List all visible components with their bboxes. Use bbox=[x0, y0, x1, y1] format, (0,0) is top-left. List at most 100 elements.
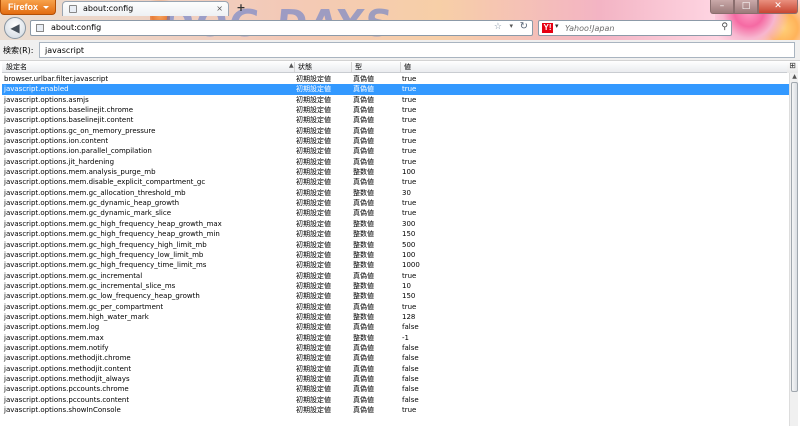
scroll-up-arrow-icon[interactable]: ▲ bbox=[790, 73, 799, 81]
table-row[interactable]: javascript.options.mem.disable_explicit_… bbox=[2, 177, 789, 187]
column-header-value[interactable]: 値 bbox=[404, 62, 411, 72]
cell-name: javascript.options.mem.gc_high_frequency… bbox=[4, 261, 207, 270]
close-window-button[interactable]: ✕ bbox=[758, 0, 798, 14]
yahoo-logo-icon[interactable]: Y! bbox=[542, 23, 553, 33]
cell-type: 整数値 bbox=[353, 240, 374, 249]
table-row[interactable]: javascript.options.pccounts.content 初期設定値… bbox=[2, 395, 789, 405]
cell-status: 初期設定値 bbox=[296, 281, 331, 290]
table-row[interactable]: javascript.options.mem.gc_high_frequency… bbox=[2, 219, 789, 229]
search-engine-dropdown-icon[interactable]: ▾ bbox=[555, 22, 559, 30]
cell-value: false bbox=[402, 354, 419, 363]
table-row[interactable]: javascript.options.pccounts.chrome 初期設定値 真… bbox=[2, 384, 789, 394]
cell-status: 初期設定値 bbox=[296, 116, 331, 125]
cell-name: javascript.options.ion.content bbox=[4, 137, 109, 146]
cell-value: 150 bbox=[402, 230, 416, 239]
table-row[interactable]: javascript.options.asmjs 初期設定値 真偽値 true bbox=[2, 95, 789, 105]
table-row[interactable]: javascript.options.mem.gc_incremental 初期設… bbox=[2, 271, 789, 281]
sort-ascending-icon: ▲ bbox=[289, 62, 294, 69]
column-header-name[interactable]: 設定名 bbox=[6, 62, 27, 72]
table-header: 設定名 ▲ 状態 型 値 bbox=[2, 61, 798, 73]
minimize-button[interactable]: – bbox=[710, 0, 734, 14]
cell-value: 30 bbox=[402, 188, 411, 197]
column-divider[interactable] bbox=[351, 62, 352, 72]
table-row[interactable]: javascript.options.ion.parallel_compilat… bbox=[2, 146, 789, 156]
reload-icon[interactable]: ↻ bbox=[520, 21, 528, 32]
maximize-button[interactable]: □ bbox=[734, 0, 758, 14]
table-row[interactable]: javascript.options.mem.gc_incremental_sl… bbox=[2, 281, 789, 291]
search-icon[interactable]: ⚲ bbox=[721, 22, 728, 32]
column-picker-icon[interactable]: ⊞ bbox=[787, 61, 798, 73]
search-bar[interactable]: Y! ▾ Yahoo!Japan ⚲ bbox=[538, 20, 732, 36]
cell-value: 10 bbox=[402, 281, 411, 290]
cell-status: 初期設定値 bbox=[296, 178, 331, 187]
table-row[interactable]: javascript.options.mem.log 初期設定値 真偽値 false bbox=[2, 322, 789, 332]
tab-close-icon[interactable]: × bbox=[216, 4, 223, 13]
table-row[interactable]: javascript.options.mem.gc_dynamic_heap_g… bbox=[2, 198, 789, 208]
column-header-status[interactable]: 状態 bbox=[298, 62, 312, 72]
table-row[interactable]: javascript.options.mem.gc_high_frequency… bbox=[2, 240, 789, 250]
table-row[interactable]: javascript.options.mem.gc_high_frequency… bbox=[2, 250, 789, 260]
table-row[interactable]: javascript.options.mem.gc_dynamic_mark_s… bbox=[2, 208, 789, 218]
cell-status: 初期設定値 bbox=[296, 333, 331, 342]
back-button[interactable]: ◀ bbox=[4, 17, 26, 39]
table-row[interactable]: javascript.enabled 初期設定値 真偽値 true bbox=[2, 84, 789, 95]
cell-status: 初期設定値 bbox=[296, 406, 331, 414]
cell-name: javascript.options.mem.gc_dynamic_heap_g… bbox=[4, 199, 180, 208]
table-row[interactable]: javascript.options.baselinejit.chrome 初期設… bbox=[2, 105, 789, 115]
table-row[interactable]: javascript.options.mem.high_water_mark 初期… bbox=[2, 312, 789, 322]
scrollbar-thumb[interactable] bbox=[791, 82, 798, 392]
cell-name: javascript.options.mem.notify bbox=[4, 343, 109, 352]
table-row[interactable]: browser.urlbar.filter.javascript 初期設定値 真偽値… bbox=[2, 74, 789, 84]
tab-about-config[interactable]: about:config × bbox=[62, 1, 229, 16]
table-row[interactable]: javascript.options.gc_on_memory_pressure… bbox=[2, 126, 789, 136]
cell-status: 初期設定値 bbox=[296, 385, 331, 394]
table-row[interactable]: javascript.options.baselinejit.content 初期… bbox=[2, 115, 789, 125]
cell-type: 真偽値 bbox=[353, 147, 374, 156]
cell-status: 初期設定値 bbox=[296, 188, 331, 197]
chevron-down-icon bbox=[43, 6, 49, 9]
table-row[interactable]: javascript.options.jit_hardening 初期設定値 真偽値… bbox=[2, 157, 789, 167]
cell-value: true bbox=[402, 95, 417, 104]
table-row[interactable]: javascript.options.mem.gc_high_frequency… bbox=[2, 260, 789, 270]
title-bar: DOG DAYS Firefox about:config × + – □ ✕ … bbox=[0, 0, 800, 40]
table-row[interactable]: javascript.options.methodjit_always 初期設定値… bbox=[2, 374, 789, 384]
search-placeholder[interactable]: Yahoo!Japan bbox=[565, 24, 614, 33]
table-row[interactable]: javascript.options.mem.analysis_purge_mb… bbox=[2, 167, 789, 177]
table-row[interactable]: javascript.options.ion.content 初期設定値 真偽値 tr… bbox=[2, 136, 789, 146]
column-divider[interactable] bbox=[400, 62, 401, 72]
cell-type: 真偽値 bbox=[353, 157, 374, 166]
table-row[interactable]: javascript.options.mem.gc_allocation_thr… bbox=[2, 188, 789, 198]
cell-status: 初期設定値 bbox=[296, 199, 331, 208]
url-text[interactable]: about:config bbox=[51, 23, 101, 32]
cell-value: true bbox=[402, 75, 417, 83]
cell-value: 300 bbox=[402, 219, 416, 228]
firefox-menu-button[interactable]: Firefox bbox=[0, 0, 56, 15]
table-row[interactable]: javascript.options.mem.max 初期設定値 整数値 -1 bbox=[2, 333, 789, 343]
site-identity-icon[interactable] bbox=[36, 24, 44, 32]
table-row[interactable]: javascript.options.mem.gc_per_compartmen… bbox=[2, 302, 789, 312]
column-header-type[interactable]: 型 bbox=[355, 62, 362, 72]
table-row[interactable]: javascript.options.mem.gc_low_frequency_… bbox=[2, 291, 789, 301]
column-divider[interactable] bbox=[294, 62, 295, 72]
cell-type: 真偽値 bbox=[353, 385, 374, 394]
filter-input[interactable]: javascript bbox=[39, 42, 795, 58]
cell-status: 初期設定値 bbox=[296, 147, 331, 156]
vertical-scrollbar[interactable]: ▲ bbox=[789, 73, 798, 426]
url-bar[interactable]: about:config ☆ ▾ ↻ bbox=[30, 20, 533, 36]
table-row[interactable]: javascript.options.methodjit.chrome 初期設定値… bbox=[2, 353, 789, 363]
cell-status: 初期設定値 bbox=[296, 250, 331, 259]
new-tab-button[interactable]: + bbox=[233, 2, 249, 14]
cell-value: true bbox=[402, 116, 417, 125]
bookmark-star-icon[interactable]: ☆ bbox=[494, 22, 502, 32]
cell-type: 真偽値 bbox=[353, 271, 374, 280]
cell-status: 初期設定値 bbox=[296, 364, 331, 373]
table-row[interactable]: javascript.options.mem.gc_high_frequency… bbox=[2, 229, 789, 239]
table-row[interactable]: javascript.options.methodjit.content 初期設定… bbox=[2, 364, 789, 374]
table-row[interactable]: javascript.options.mem.notify 初期設定値 真偽値 fal… bbox=[2, 343, 789, 353]
page-favicon-icon bbox=[69, 5, 77, 13]
table-row[interactable]: javascript.options.showInConsole 初期設定値 真偽値… bbox=[2, 405, 789, 415]
history-dropdown-icon[interactable]: ▾ bbox=[509, 22, 513, 30]
cell-status: 初期設定値 bbox=[296, 261, 331, 270]
cell-type: 整数値 bbox=[353, 333, 374, 342]
cell-type: 整数値 bbox=[353, 250, 374, 259]
